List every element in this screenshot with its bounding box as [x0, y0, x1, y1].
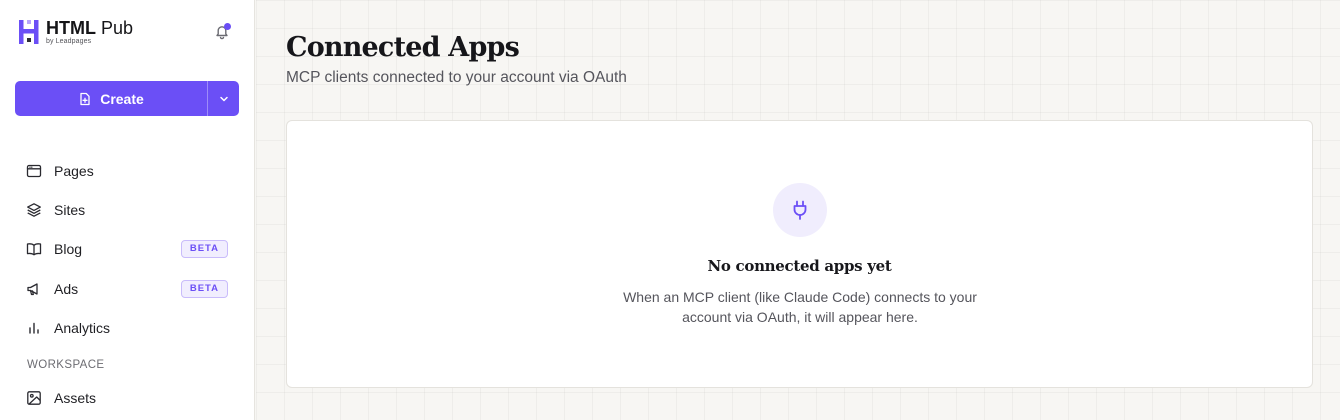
sidebar-item-assets[interactable]: Assets — [26, 378, 228, 417]
connected-apps-card: No connected apps yet When an MCP client… — [286, 120, 1313, 388]
sidebar-item-analytics[interactable]: Analytics — [26, 308, 228, 347]
logo-mark-icon — [19, 20, 39, 44]
page-subtitle: MCP clients connected to your account vi… — [286, 69, 627, 86]
create-dropdown-button[interactable] — [208, 81, 239, 116]
new-file-icon — [80, 92, 90, 105]
layers-icon — [27, 203, 41, 217]
create-button-label: Create — [100, 90, 144, 107]
sidebar-item-sites[interactable]: Sites — [26, 190, 228, 229]
notification-dot — [224, 23, 231, 30]
sidebar-item-label: Analytics — [54, 319, 111, 336]
plug-icon — [793, 200, 807, 220]
sidebar-item-label: Assets — [54, 389, 97, 406]
sidebar-item-label: Pages — [54, 162, 94, 179]
section-label-workspace: WORKSPACE — [27, 359, 105, 371]
beta-badge: BETA — [180, 240, 228, 259]
create-button[interactable]: Create — [15, 81, 207, 116]
image-icon — [27, 390, 41, 405]
brand-logo[interactable]: HTML Pub by Leadpages — [18, 18, 133, 46]
sidebar-item-pages[interactable]: Pages — [26, 151, 228, 190]
sidebar: HTML Pub by Leadpages Create Pages Sites… — [0, 0, 255, 420]
brand-title: HTML Pub — [46, 18, 134, 38]
megaphone-icon — [27, 282, 38, 295]
main-content: Connected Apps MCP clients connected to … — [256, 0, 1340, 420]
sidebar-nav: Pages Sites Blog BETA Ads BETA Analytics — [26, 151, 228, 347]
chevron-down-icon — [219, 96, 228, 101]
browser-window-icon — [26, 164, 42, 177]
empty-state-description: When an MCP client (like Claude Code) co… — [623, 289, 977, 325]
page-title: Connected Apps — [286, 32, 520, 63]
sidebar-item-ads[interactable]: Ads BETA — [26, 269, 228, 308]
sidebar-item-label: Sites — [54, 201, 86, 218]
brand-subtitle: by Leadpages — [46, 38, 92, 45]
sidebar-item-blog[interactable]: Blog BETA — [26, 230, 228, 269]
sidebar-item-label: Ads — [54, 280, 79, 297]
empty-state-icon-circle — [773, 183, 827, 237]
sidebar-item-label: Blog — [54, 241, 83, 258]
create-split-button: Create — [15, 81, 239, 116]
open-book-icon — [26, 243, 42, 256]
bar-chart-icon — [29, 322, 39, 334]
empty-state-title: No connected apps yet — [707, 257, 892, 275]
workspace-nav: Assets — [26, 378, 228, 417]
beta-badge: BETA — [180, 279, 228, 298]
